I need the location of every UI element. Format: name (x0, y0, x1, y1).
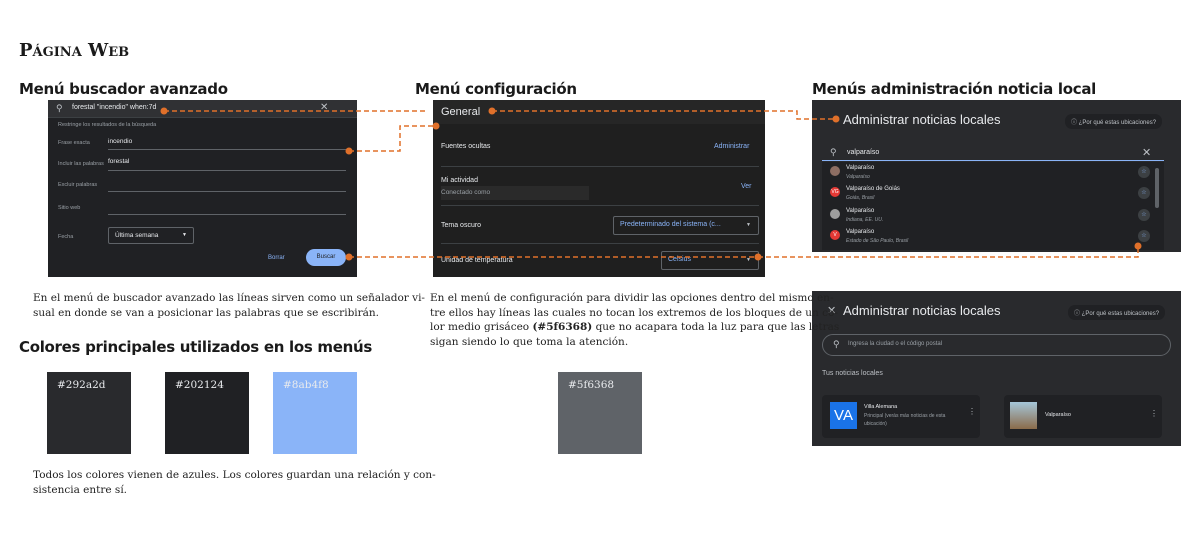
connector-line (492, 110, 836, 120)
connector-dot (432, 122, 440, 130)
connector-dot (754, 253, 762, 261)
connector-dot (345, 147, 353, 155)
dashed-connectors (160, 107, 1142, 261)
connector-dot (1134, 242, 1142, 250)
connector-line (349, 125, 436, 152)
connector-dot (832, 115, 840, 123)
connector-dot (345, 253, 353, 261)
connector-line (758, 247, 1139, 258)
connector-dot (488, 107, 496, 115)
connector-dot (160, 107, 168, 115)
